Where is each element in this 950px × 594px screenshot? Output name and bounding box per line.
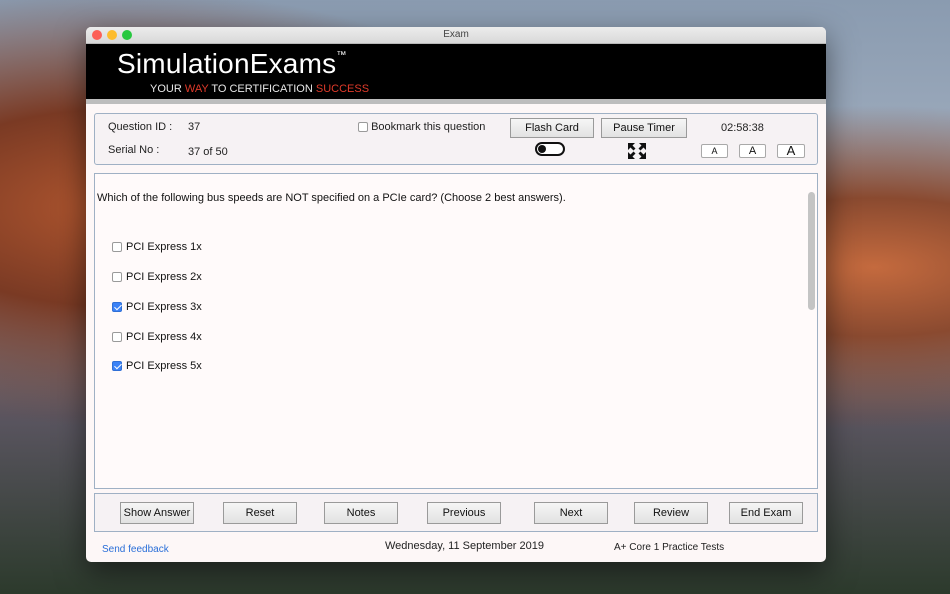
- tagline-part1: YOUR: [150, 83, 185, 95]
- window-title: Exam: [443, 29, 469, 40]
- exam-window: Exam SimulationExams™ YOUR WAY TO CERTIF…: [86, 27, 826, 562]
- review-button[interactable]: Review: [634, 502, 708, 524]
- trademark-symbol: ™: [336, 50, 347, 61]
- font-size-medium-button[interactable]: A: [739, 144, 766, 158]
- option-2-checkbox[interactable]: [112, 272, 122, 283]
- brand-tagline: YOUR WAY TO CERTIFICATION SUCCESS: [150, 83, 369, 95]
- navigation-panel: Show Answer Reset Notes Previous Next Re…: [94, 493, 818, 532]
- option-4-checkbox[interactable]: [112, 332, 122, 343]
- font-size-large-button[interactable]: A: [777, 144, 805, 158]
- option-5-label: PCI Express 5x: [126, 360, 202, 372]
- question-text: Which of the following bus speeds are NO…: [97, 192, 566, 204]
- option-2-label: PCI Express 2x: [126, 271, 202, 283]
- answer-option-1[interactable]: PCI Express 1x: [112, 241, 202, 253]
- answer-option-4[interactable]: PCI Express 4x: [112, 331, 202, 343]
- zoom-window-button[interactable]: [122, 30, 132, 40]
- brand-banner: SimulationExams™ YOUR WAY TO CERTIFICATI…: [86, 44, 826, 99]
- product-name: A+ Core 1 Practice Tests: [614, 542, 725, 553]
- send-feedback-link[interactable]: Send feedback: [102, 544, 169, 555]
- option-1-label: PCI Express 1x: [126, 241, 202, 253]
- option-4-label: PCI Express 4x: [126, 331, 202, 343]
- flash-card-toggle[interactable]: [535, 142, 565, 156]
- brand-logo: SimulationExams™: [117, 48, 347, 80]
- flash-card-button[interactable]: Flash Card: [510, 118, 594, 138]
- serial-no-label: Serial No :: [108, 144, 160, 156]
- bookmark-label: Bookmark this question: [371, 121, 486, 133]
- fullscreen-icon[interactable]: [628, 143, 646, 159]
- toggle-knob: [538, 145, 546, 153]
- option-3-label: PCI Express 3x: [126, 301, 202, 313]
- bookmark-checkbox-box[interactable]: [358, 122, 368, 133]
- answer-option-2[interactable]: PCI Express 2x: [112, 271, 202, 283]
- font-size-small-button[interactable]: A: [701, 144, 728, 158]
- serial-no-value: 37 of 50: [188, 146, 228, 158]
- minimize-window-button[interactable]: [107, 30, 117, 40]
- close-window-button[interactable]: [92, 30, 102, 40]
- timer-display: 02:58:38: [721, 122, 764, 134]
- tagline-highlight2: SUCCESS: [315, 83, 370, 95]
- question-info-panel: Question ID : 37 Serial No : 37 of 50 Bo…: [94, 113, 818, 165]
- option-3-checkbox[interactable]: [112, 302, 122, 313]
- title-bar: Exam: [86, 27, 826, 44]
- bookmark-checkbox[interactable]: Bookmark this question: [358, 121, 485, 133]
- tagline-part2: TO CERTIFICATION: [208, 83, 316, 95]
- answer-option-5[interactable]: PCI Express 5x: [112, 360, 202, 372]
- next-button[interactable]: Next: [534, 502, 608, 524]
- answer-option-3[interactable]: PCI Express 3x: [112, 301, 202, 313]
- tagline-highlight1: WAY: [184, 83, 209, 95]
- question-id-value: 37: [188, 121, 201, 133]
- previous-button[interactable]: Previous: [427, 502, 501, 524]
- reset-button[interactable]: Reset: [223, 502, 297, 524]
- option-5-checkbox[interactable]: [112, 361, 122, 372]
- pause-timer-button[interactable]: Pause Timer: [601, 118, 687, 138]
- question-panel: Which of the following bus speeds are NO…: [94, 173, 818, 489]
- show-answer-button[interactable]: Show Answer: [120, 502, 194, 524]
- notes-button[interactable]: Notes: [324, 502, 398, 524]
- option-1-checkbox[interactable]: [112, 242, 122, 253]
- brand-name: SimulationExams: [117, 48, 337, 79]
- question-scrollbar[interactable]: [808, 192, 815, 310]
- question-id-label: Question ID :: [108, 121, 173, 133]
- banner-divider: [86, 99, 826, 104]
- end-exam-button[interactable]: End Exam: [729, 502, 803, 524]
- current-date: Wednesday, 11 September 2019: [385, 540, 544, 552]
